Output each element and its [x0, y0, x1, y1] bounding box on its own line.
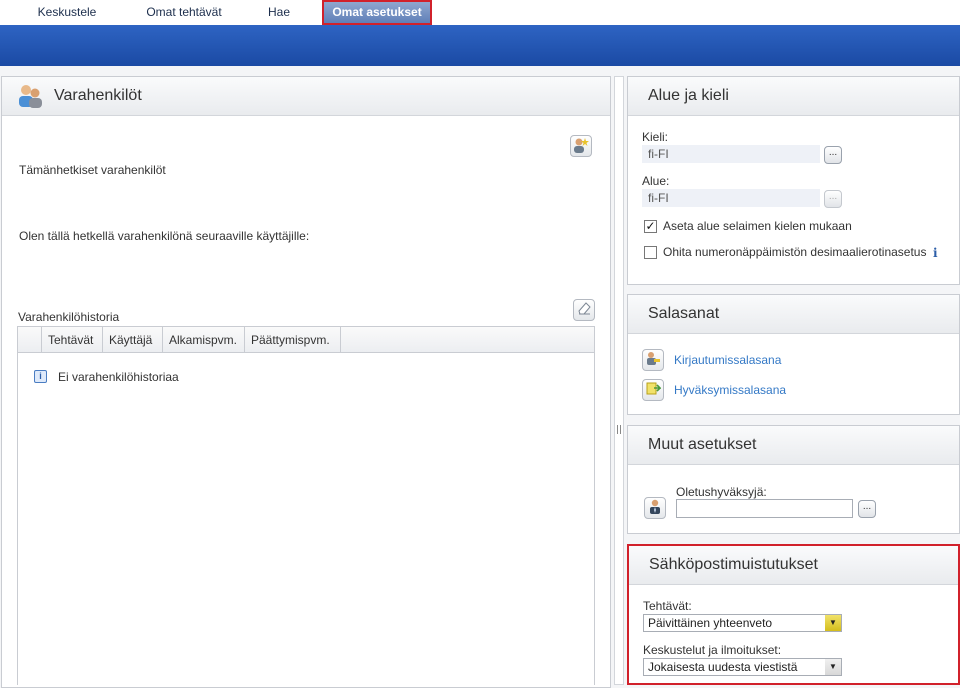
grid-corner — [18, 327, 42, 352]
region-language-header: Alue ja kieli — [628, 77, 959, 116]
language-label: Kieli: — [642, 130, 669, 144]
tab-omat-asetukset[interactable]: Omat asetukset — [322, 0, 432, 25]
default-approver-input[interactable] — [676, 499, 853, 518]
substitutes-panel-header: Varahenkilöt — [2, 77, 610, 116]
add-substitute-button[interactable] — [570, 135, 592, 157]
chevron-down-icon: ▼ — [825, 659, 841, 675]
language-value: fi-FI — [642, 145, 820, 163]
other-settings-panel: Muut asetukset Oletushyväksyjä: ... — [627, 425, 960, 534]
add-user-icon — [574, 138, 589, 153]
login-password-link[interactable]: Kirjautumissalasana — [674, 353, 781, 367]
login-password-icon — [642, 349, 664, 371]
substitutes-title: Varahenkilöt — [54, 87, 142, 104]
approval-password-icon — [642, 379, 664, 401]
region-language-panel: Alue ja kieli Kieli: fi-FI ... Alue: fi-… — [627, 76, 960, 285]
info-icon[interactable]: i — [933, 246, 941, 260]
passwords-panel: Salasanat Kirjautumissalasana Hyväksymis… — [627, 294, 960, 415]
eraser-icon — [578, 302, 591, 315]
tasks-reminder-value: Päivittäinen yhteenveto — [648, 616, 773, 630]
tab-keskustele[interactable]: Keskustele — [22, 0, 112, 25]
language-picker-button[interactable]: ... — [824, 146, 842, 164]
header-banner — [0, 25, 960, 66]
discussions-reminder-label: Keskustelut ja ilmoitukset: — [643, 643, 782, 657]
splitter-grip-icon — [617, 425, 621, 434]
acting-for-label: Olen tällä hetkellä varahenkilönä seuraa… — [19, 229, 310, 243]
email-reminders-title: Sähköpostimuistutukset — [649, 556, 818, 573]
passwords-title: Salasanat — [648, 305, 720, 322]
browser-locale-label: Aseta alue selaimen kielen mukaan — [663, 219, 852, 233]
region-language-title: Alue ja kieli — [648, 87, 729, 104]
tab-omat-tehtavat[interactable]: Omat tehtävät — [130, 0, 238, 25]
other-settings-header: Muut asetukset — [628, 426, 959, 465]
info-icon: i — [34, 370, 47, 383]
column-header-start-date[interactable]: Alkamispvm. — [163, 327, 245, 352]
column-header-tasks[interactable]: Tehtävät — [42, 327, 103, 352]
column-header-end-date[interactable]: Päättymispvm. — [245, 327, 341, 352]
discussions-reminder-value: Jokaisesta uudesta viestistä — [648, 660, 798, 674]
column-header-user[interactable]: Käyttäjä — [103, 327, 163, 352]
locale-label: Alue: — [642, 174, 670, 188]
email-reminders-header: Sähköpostimuistutukset — [629, 546, 958, 585]
top-navigation: Keskustele Omat tehtävät Hae Omat asetuk… — [0, 0, 960, 25]
passwords-header: Salasanat — [628, 295, 959, 334]
default-approver-label: Oletushyväksyjä: — [676, 485, 767, 499]
approval-password-link[interactable]: Hyväksymissalasana — [674, 383, 786, 397]
numpad-decimal-checkbox[interactable] — [644, 246, 657, 259]
default-approver-picker-button[interactable]: ... — [858, 500, 876, 518]
numpad-decimal-label: Ohita numeronäppäimistön desimaalierotin… — [663, 245, 927, 259]
other-settings-title: Muut asetukset — [648, 436, 757, 453]
email-reminders-panel: Sähköpostimuistutukset Tehtävät: Päivitt… — [627, 544, 960, 685]
locale-value: fi-FI — [642, 189, 820, 207]
chevron-down-icon: ▼ — [825, 615, 841, 631]
locale-picker-button[interactable]: ... — [824, 190, 842, 208]
browser-locale-checkbox[interactable]: ✓ — [644, 220, 657, 233]
discussions-reminder-select[interactable]: Jokaisesta uudesta viestistä ▼ — [643, 658, 842, 676]
history-grid-body: i Ei varahenkilöhistoriaa — [17, 353, 595, 685]
clear-history-button[interactable] — [573, 299, 595, 321]
tasks-reminder-select[interactable]: Päivittäinen yhteenveto ▼ — [643, 614, 842, 632]
tab-hae[interactable]: Hae — [250, 0, 308, 25]
panel-splitter[interactable] — [614, 76, 624, 685]
history-label: Varahenkilöhistoria — [18, 310, 120, 324]
empty-history-message: Ei varahenkilöhistoriaa — [58, 370, 179, 384]
tasks-reminder-label: Tehtävät: — [643, 599, 692, 613]
users-icon — [16, 82, 44, 110]
history-grid-header: Tehtävät Käyttäjä Alkamispvm. Päättymisp… — [17, 326, 595, 353]
approver-user-icon[interactable] — [644, 497, 666, 519]
current-substitutes-label: Tämänhetkiset varahenkilöt — [19, 163, 166, 177]
